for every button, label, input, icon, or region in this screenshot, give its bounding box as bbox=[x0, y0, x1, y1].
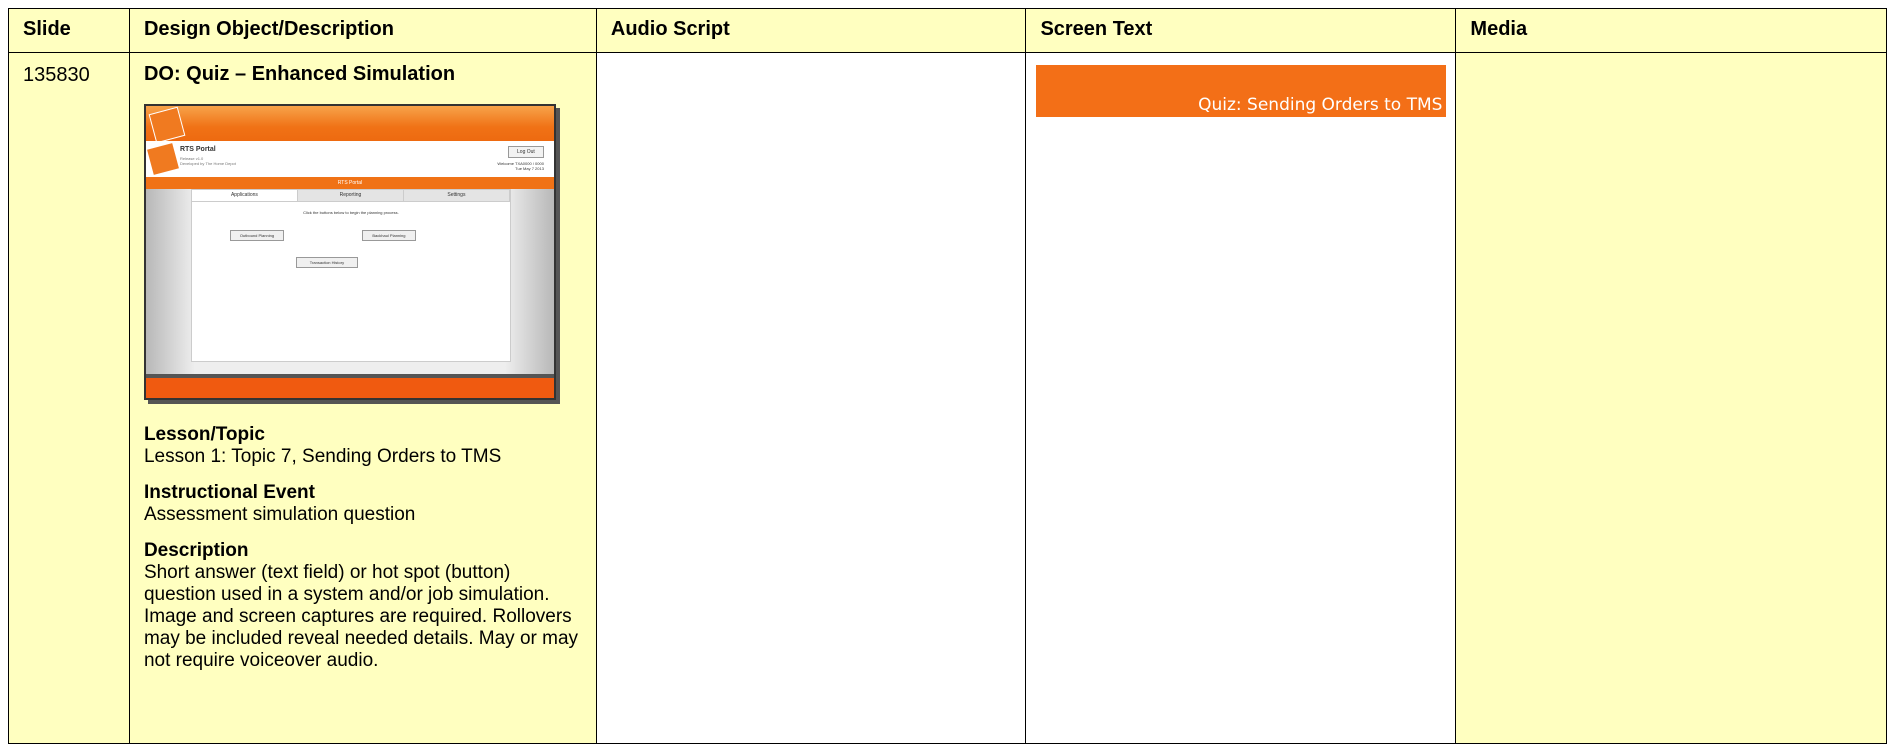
screenshot-hint: Click the buttons below to begin the pla… bbox=[303, 210, 399, 215]
description-text: Short answer (text field) or hot spot (b… bbox=[143, 562, 579, 671]
design-object-cell: DO: Quiz – Enhanced Simulation RTS Porta… bbox=[128, 52, 597, 744]
portal-screenshot: RTS Portal Release v1.0 Developed by The… bbox=[143, 104, 556, 400]
screenshot-developed-line: Developed by The Home Depot bbox=[179, 161, 236, 166]
screenshot-portal-title: RTS Portal bbox=[179, 146, 216, 153]
screenshot-tab-applications: Applications bbox=[191, 190, 298, 201]
lesson-topic-heading: Lesson/Topic bbox=[143, 424, 265, 445]
screenshot-history-button: Transaction History bbox=[295, 257, 358, 268]
screenshot-tabs: Applications Reporting Settings bbox=[191, 190, 510, 202]
design-object-title: DO: Quiz – Enhanced Simulation bbox=[143, 63, 456, 85]
header-row: Slide Design Object/Description Audio Sc… bbox=[8, 8, 1887, 53]
instructional-event-text: Assessment simulation question bbox=[143, 504, 416, 525]
instructional-event-heading: Instructional Event bbox=[143, 482, 315, 503]
screenshot-welcome-line-2: Tue May 7 2013 bbox=[515, 166, 544, 171]
screenshot-title-bar: RTS Portal bbox=[145, 177, 554, 189]
header-media: Media bbox=[1455, 8, 1887, 53]
screenshot-outbound-button: Outbound Planning bbox=[229, 230, 284, 241]
screenshot-panel: Applications Reporting Settings Click th… bbox=[190, 189, 511, 362]
screenshot-welcome: Welcome TXA0000 / 0000 Tue May 7 2013 bbox=[497, 161, 544, 171]
header-screen-text: Screen Text bbox=[1025, 8, 1457, 53]
storyboard-table: Slide Design Object/Description Audio Sc… bbox=[8, 8, 1887, 744]
screenshot-logout-button: Log Out bbox=[507, 146, 544, 158]
screen-text-banner: Quiz: Sending Orders to TMS bbox=[1036, 65, 1447, 117]
slide-cell: 135830 bbox=[8, 52, 130, 744]
screen-text-banner-label: Quiz: Sending Orders to TMS bbox=[1198, 95, 1443, 115]
slide-number: 135830 bbox=[23, 64, 90, 86]
header-slide: Slide bbox=[8, 8, 130, 53]
screenshot-subtitle: Release v1.0 Developed by The Home Depot bbox=[180, 156, 236, 166]
screenshot-tab-reporting: Reporting bbox=[297, 190, 404, 201]
screenshot-body: Applications Reporting Settings Click th… bbox=[145, 189, 554, 374]
screen-text-cell: Quiz: Sending Orders to TMS bbox=[1025, 52, 1457, 744]
media-cell bbox=[1455, 52, 1887, 744]
screenshot-top-banner bbox=[145, 106, 554, 141]
header-design-object: Design Object/Description bbox=[128, 8, 597, 53]
audio-script-cell bbox=[595, 52, 1027, 744]
screenshot-footer bbox=[145, 378, 554, 398]
table-row: 135830 DO: Quiz – Enhanced Simulation RT… bbox=[8, 52, 1887, 744]
lesson-topic-text: Lesson 1: Topic 7, Sending Orders to TMS bbox=[143, 446, 502, 467]
screenshot-backhaul-button: Backhaul Planning bbox=[361, 230, 416, 241]
header-audio-script: Audio Script bbox=[595, 8, 1027, 53]
screenshot-tab-settings: Settings bbox=[403, 190, 510, 201]
description-heading: Description bbox=[143, 540, 249, 561]
